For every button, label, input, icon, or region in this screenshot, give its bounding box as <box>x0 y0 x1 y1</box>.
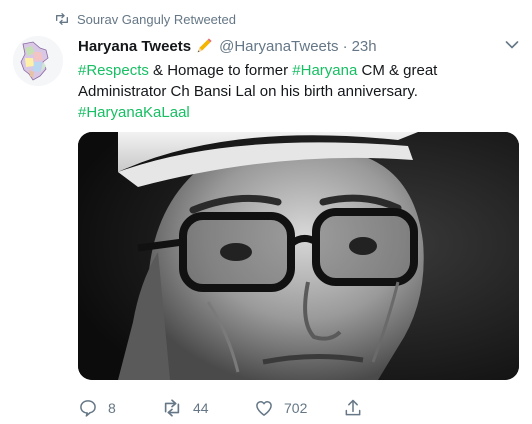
like-count: 702 <box>284 400 308 416</box>
retweet-icon <box>56 13 68 25</box>
retweet-count: 44 <box>193 400 209 416</box>
tweet-header: Haryana Tweets @HaryanaTweets · 23h <box>78 36 377 56</box>
heart-icon <box>256 401 272 416</box>
tweet-actions: 8 44 702 <box>78 397 518 419</box>
retweet-context-text: Sourav Ganguly Retweeted <box>77 11 236 27</box>
hashtag-link[interactable]: #Respects <box>78 62 149 79</box>
reply-count: 8 <box>108 400 116 416</box>
share-button[interactable] <box>343 397 373 419</box>
reply-icon <box>80 400 96 417</box>
pencil-emoji-icon <box>197 38 212 53</box>
haryana-map-avatar <box>13 36 63 86</box>
retweet-button[interactable]: 44 <box>161 397 209 419</box>
tweet-photo[interactable] <box>78 132 519 380</box>
tweet-timestamp[interactable]: 23h <box>352 38 377 55</box>
chevron-down-icon[interactable] <box>505 40 519 50</box>
retweet-icon <box>164 399 180 417</box>
tweet-text: #Respects & Homage to former #Haryana CM… <box>78 60 518 123</box>
hashtag-link[interactable]: #HaryanaKaLaal <box>78 104 190 121</box>
separator-dot: · <box>342 37 348 55</box>
share-icon <box>345 399 361 416</box>
tweet-card[interactable]: Sourav Ganguly Retweeted Haryana Tweets … <box>0 0 532 424</box>
author-handle[interactable]: @HaryanaTweets <box>219 38 338 55</box>
avatar[interactable] <box>13 36 63 86</box>
author-display-name[interactable]: Haryana Tweets <box>78 38 191 55</box>
like-button[interactable]: 702 <box>254 397 307 419</box>
tweet-text-segment: & Homage to former <box>148 62 293 79</box>
hashtag-link[interactable]: #Haryana <box>292 62 357 79</box>
retweet-context: Sourav Ganguly Retweeted <box>54 10 236 28</box>
reply-button[interactable]: 8 <box>78 397 116 419</box>
